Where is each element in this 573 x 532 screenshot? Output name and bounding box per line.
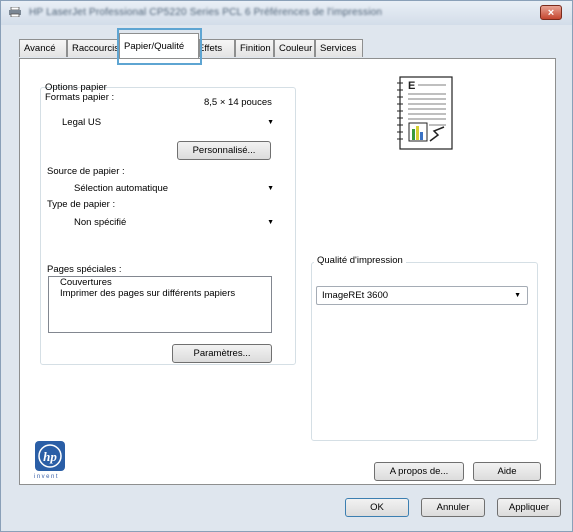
paper-type-value: Non spécifié [74,217,127,228]
special-pages-label: Pages spéciales : [47,264,122,275]
window-title: HP LaserJet Professional CP5220 Series P… [29,7,383,18]
tab-paper-quality[interactable]: Papier/Qualité [119,33,199,58]
chevron-down-icon: ▼ [514,292,521,299]
apply-button[interactable]: Appliquer [497,498,561,517]
tab-color[interactable]: Couleur [274,39,315,57]
special-pages-list[interactable]: Couvertures Imprimer des pages sur diffé… [48,276,272,333]
title-bar: HP LaserJet Professional CP5220 Series P… [1,1,572,25]
paper-source-select[interactable]: Sélection automatique ▼ [48,180,280,197]
about-button[interactable]: A propos de... [374,462,464,481]
svg-text:hp: hp [43,449,57,464]
cancel-button[interactable]: Annuler [421,498,485,517]
hp-logo-icon: hp [35,441,65,471]
paper-size-value: Legal US [62,117,102,128]
paper-source-label: Source de papier : [47,166,125,177]
list-item[interactable]: Couvertures [49,277,271,288]
paper-quality-panel: Options papier Formats papier : 8,5 × 14… [19,58,556,485]
print-preferences-window: HP LaserJet Professional CP5220 Series P… [0,0,573,532]
tab-shortcuts[interactable]: Raccourcis [67,39,119,57]
settings-button[interactable]: Paramètres... [172,344,272,363]
paper-type-label: Type de papier : [47,199,116,210]
paper-type-select[interactable]: Non spécifié ▼ [48,214,280,231]
print-quality-select[interactable]: ImageREt 3600 ▼ [316,286,528,305]
chevron-down-icon: ▼ [267,219,274,226]
custom-size-button[interactable]: Personnalisé... [177,141,271,160]
help-button[interactable]: Aide [473,462,541,481]
print-quality-label: Qualité d'impression [314,255,406,266]
tab-advanced[interactable]: Avancé [19,39,67,57]
svg-text:E: E [408,80,415,92]
chevron-down-icon: ▼ [267,185,274,192]
tab-finishing[interactable]: Finition [235,39,274,57]
tab-services[interactable]: Services [315,39,363,57]
paper-source-value: Sélection automatique [74,183,169,194]
chevron-down-icon: ▼ [267,119,274,126]
paper-size-select[interactable]: Legal US ▼ [48,114,280,131]
ok-button[interactable]: OK [345,498,409,517]
paper-size-dimensions: 8,5 × 14 pouces [204,97,272,108]
list-item[interactable]: Imprimer des pages sur différents papier… [49,288,271,299]
paper-sizes-label: Formats papier : [45,92,115,103]
hp-invent-text: invent [34,474,60,480]
print-quality-value: ImageREt 3600 [322,290,389,301]
close-button[interactable]: × [540,5,562,20]
printer-icon [9,7,21,17]
document-preview-icon: E [397,76,453,150]
tab-effects[interactable]: Effets [199,39,235,57]
